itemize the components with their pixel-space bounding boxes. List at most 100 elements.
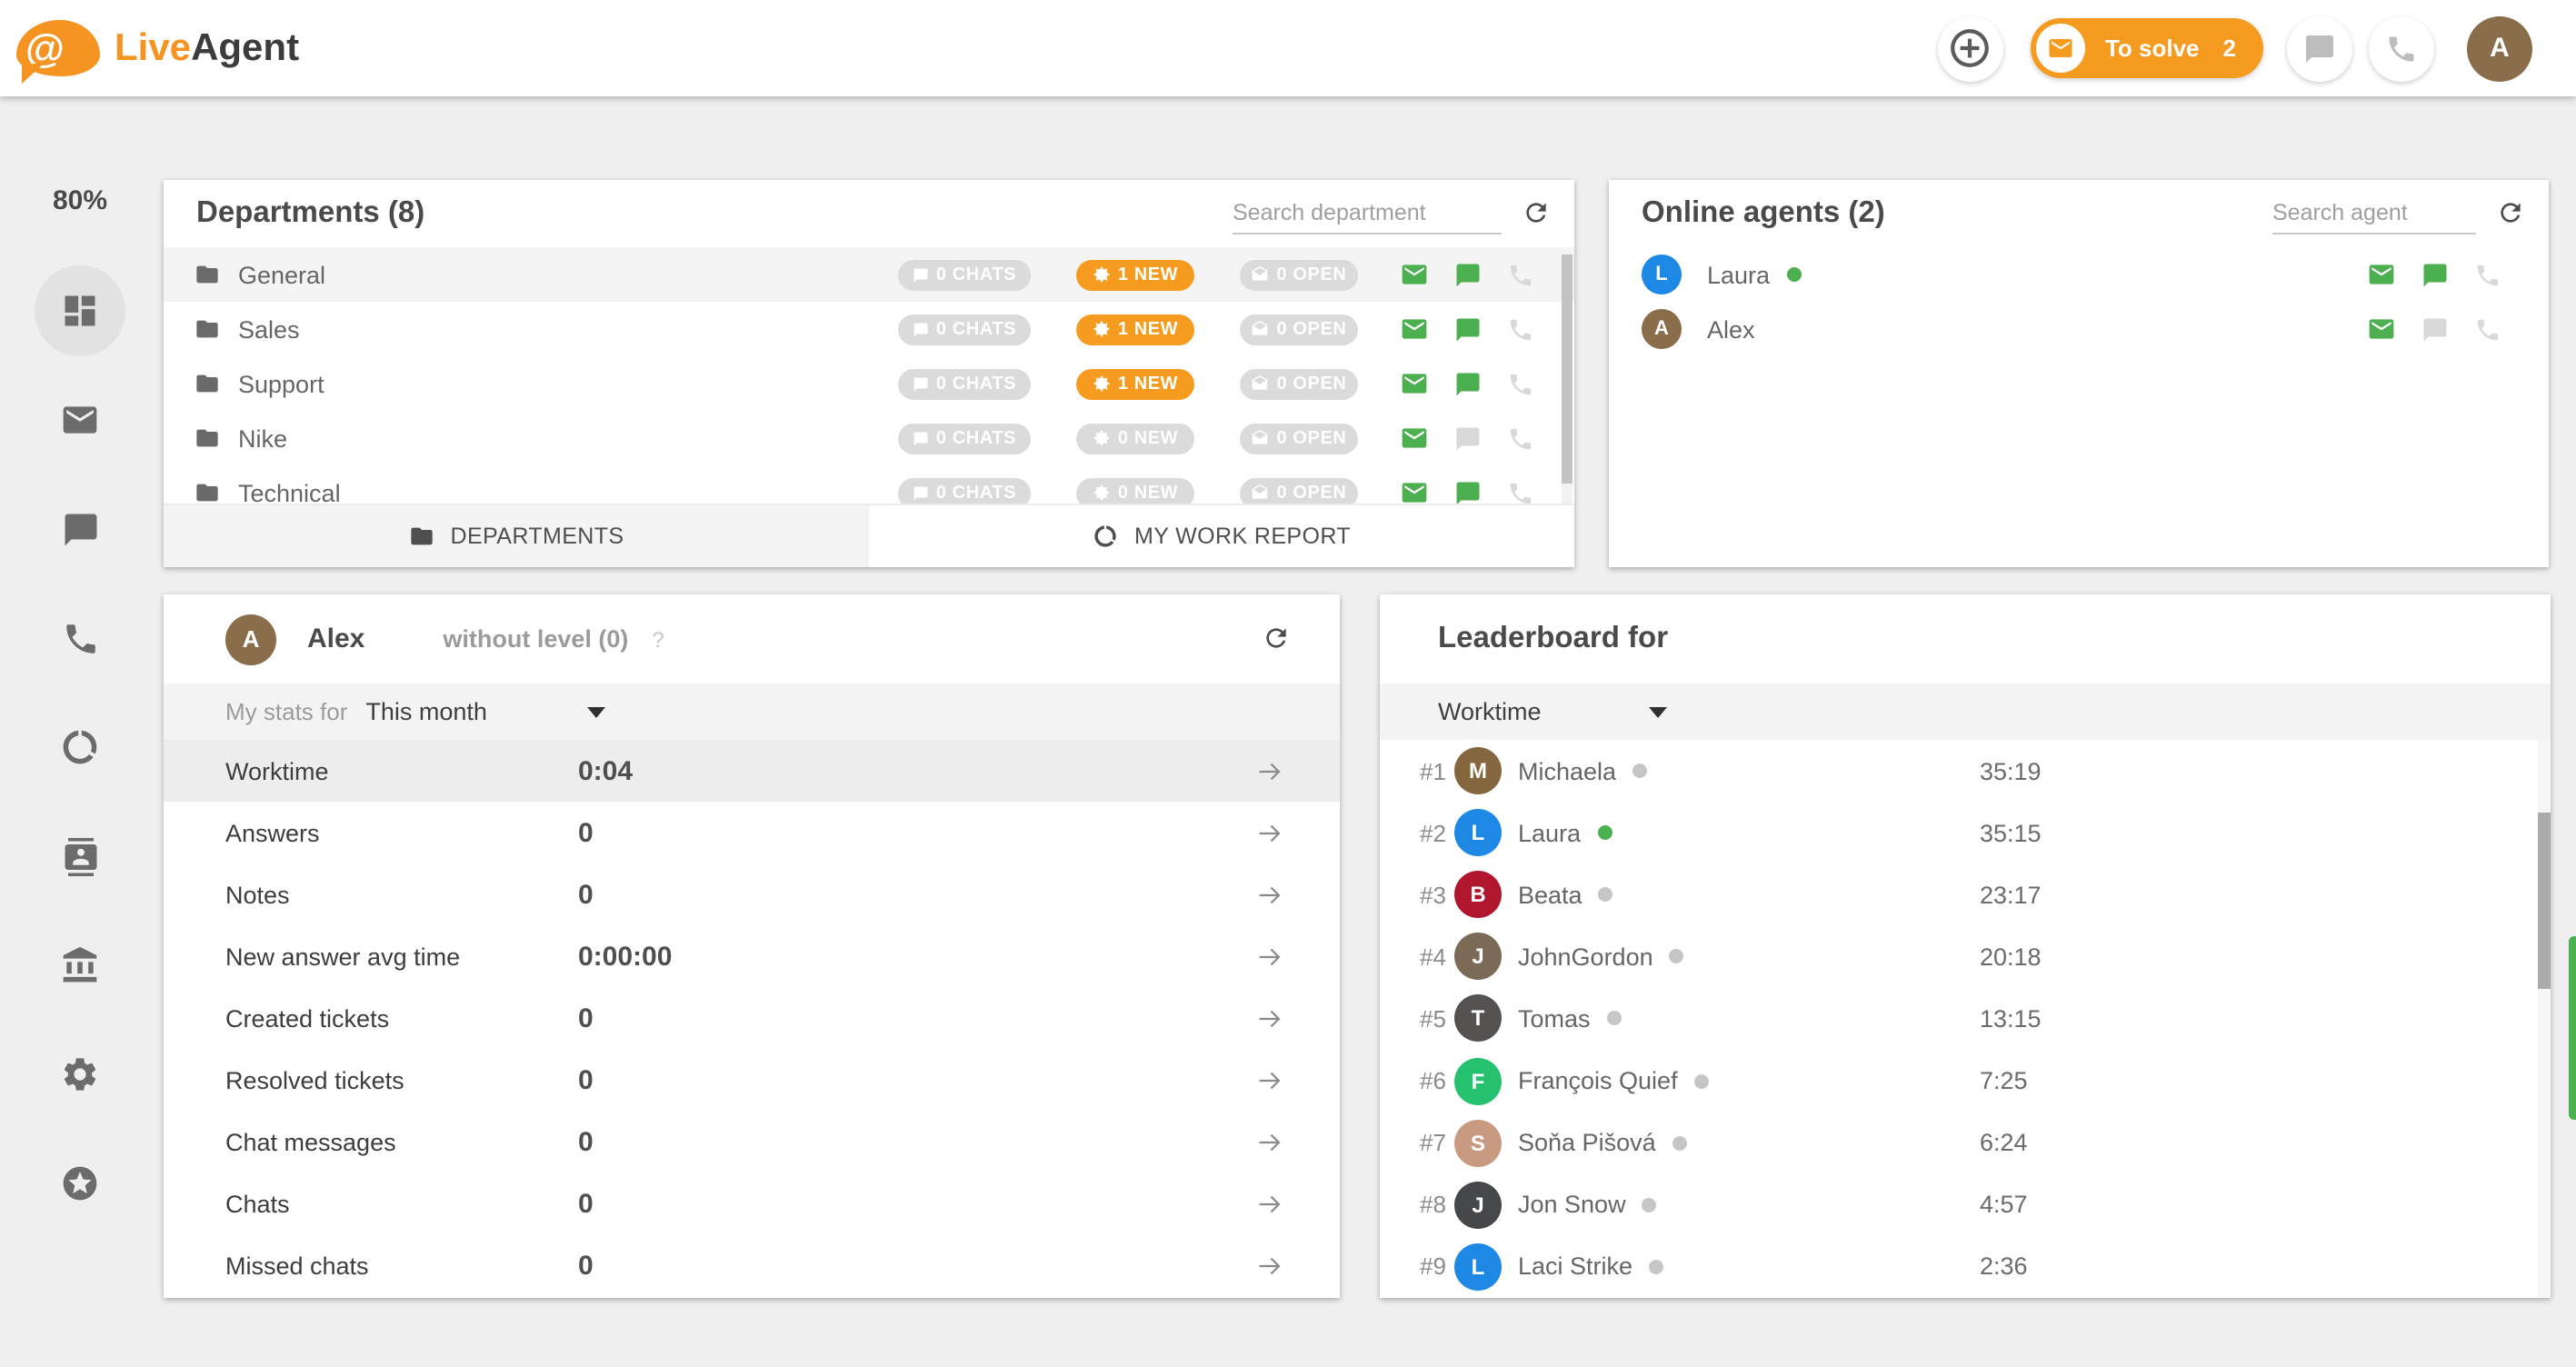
online-status-dot <box>1642 1197 1657 1212</box>
stat-row[interactable]: Created tickets 0 <box>164 988 1340 1050</box>
sidebar-item-reports[interactable] <box>35 702 125 793</box>
period-dropdown[interactable]: This month <box>365 698 606 725</box>
phone-icon[interactable] <box>1507 315 1534 343</box>
metric-dropdown[interactable]: Worktime <box>1438 698 1667 725</box>
scrollbar[interactable] <box>2538 740 2551 1298</box>
chat-widget-peek[interactable] <box>2569 936 2576 1120</box>
departments-panel: Departments (8) General 0 CHATS 1 NEW 0 … <box>164 180 1574 567</box>
scrollbar-thumb[interactable] <box>2538 813 2551 989</box>
agent-row[interactable]: A Alex <box>1609 302 2549 356</box>
department-row[interactable]: Support 0 CHATS 1 NEW 0 OPEN <box>164 356 1574 411</box>
phone-icon[interactable] <box>2474 315 2501 343</box>
department-row[interactable]: Nike 0 CHATS 0 NEW 0 OPEN <box>164 411 1574 465</box>
scrollbar[interactable] <box>1562 251 1573 504</box>
stat-row[interactable]: Answers 0 <box>164 802 1340 863</box>
phone-icon[interactable] <box>1507 479 1534 505</box>
worktime-value: 35:19 <box>1980 757 2042 785</box>
stat-row[interactable]: Resolved tickets 0 <box>164 1050 1340 1112</box>
refresh-button[interactable] <box>1522 198 1551 227</box>
phone-icon[interactable] <box>1507 261 1534 288</box>
chats-button[interactable] <box>2287 15 2352 81</box>
scrollbar-thumb[interactable] <box>1562 254 1573 484</box>
my-stats-filter-band: My stats for This month <box>164 684 1340 740</box>
tab-departments[interactable]: DEPARTMENTS <box>164 505 869 567</box>
agent-name: Laci Strike <box>1518 1252 1633 1281</box>
to-solve-button[interactable]: To solve 2 <box>2030 18 2263 78</box>
mail-icon[interactable] <box>2367 260 2396 289</box>
avatar-photo: J <box>1454 1181 1502 1229</box>
sidebar-item-chats[interactable] <box>35 484 125 574</box>
refresh-icon <box>2496 198 2525 227</box>
add-button[interactable] <box>1937 15 2003 81</box>
phone-icon[interactable] <box>1507 424 1534 452</box>
contacts-icon <box>61 837 99 875</box>
chat-icon[interactable] <box>2421 261 2449 288</box>
arrow-right-icon[interactable] <box>1254 1065 1285 1096</box>
online-agents-list: L Laura A Alex <box>1609 247 2549 356</box>
stat-value: 0 <box>578 817 594 849</box>
rank-label: #3 <box>1420 881 1446 909</box>
department-row[interactable]: General 0 CHATS 1 NEW 0 OPEN <box>164 247 1574 302</box>
sidebar-item-gamification[interactable] <box>35 1138 125 1229</box>
phone-icon[interactable] <box>1507 370 1534 397</box>
stat-row[interactable]: Chat messages 0 <box>164 1112 1340 1173</box>
agent-search-input[interactable] <box>2272 196 2476 234</box>
sidebar-item-dashboard[interactable] <box>35 265 125 356</box>
agent-row[interactable]: L Laura <box>1609 247 2549 302</box>
stat-label: Chat messages <box>225 1129 396 1157</box>
phone-icon[interactable] <box>2474 261 2501 288</box>
avatar: L <box>1454 809 1502 857</box>
arrow-right-icon[interactable] <box>1254 755 1285 786</box>
sidebar-item-portal[interactable] <box>35 920 125 1011</box>
stat-row[interactable]: Chats 0 <box>164 1173 1340 1235</box>
department-name: Nike <box>238 424 288 452</box>
stat-value: 0 <box>578 1065 594 1097</box>
department-row[interactable]: Technical 0 CHATS 0 NEW 0 OPEN <box>164 465 1574 505</box>
mail-icon[interactable] <box>1400 314 1429 344</box>
department-search-input[interactable] <box>1233 196 1502 234</box>
sidebar-item-settings[interactable] <box>35 1029 125 1120</box>
refresh-button[interactable] <box>1262 624 1291 653</box>
online-status-dot <box>1632 763 1648 779</box>
chevron-down-icon <box>1649 706 1667 717</box>
stat-row[interactable]: Notes 0 <box>164 863 1340 925</box>
chat-icon[interactable] <box>1454 315 1482 343</box>
mail-icon[interactable] <box>1400 478 1429 505</box>
chat-icon[interactable] <box>2421 315 2449 343</box>
sidebar-item-tickets[interactable] <box>35 374 125 465</box>
mail-icon[interactable] <box>1400 260 1429 289</box>
my-stats-panel: A Alex without level (0) ? My stats for … <box>164 594 1340 1298</box>
chat-icon[interactable] <box>1454 424 1482 452</box>
chat-icon[interactable] <box>1454 370 1482 397</box>
refresh-icon <box>1262 624 1291 653</box>
arrow-right-icon[interactable] <box>1254 942 1285 973</box>
sidebar-item-calls[interactable] <box>35 593 125 684</box>
tab-my-work-report[interactable]: MY WORK REPORT <box>869 505 1574 567</box>
arrow-right-icon[interactable] <box>1254 1252 1285 1282</box>
sidebar-item-contacts[interactable] <box>35 811 125 902</box>
arrow-right-icon[interactable] <box>1254 1003 1285 1034</box>
arrow-right-icon[interactable] <box>1254 1189 1285 1220</box>
online-status-dot <box>1672 1135 1687 1151</box>
profile-avatar[interactable]: A <box>2467 15 2532 81</box>
mail-icon[interactable] <box>2367 314 2396 344</box>
refresh-button[interactable] <box>2496 198 2525 227</box>
calls-button[interactable] <box>2369 15 2434 81</box>
avatar-photo: J <box>1454 933 1502 981</box>
department-row[interactable]: Sales 0 CHATS 1 NEW 0 OPEN <box>164 302 1574 356</box>
stat-row[interactable]: Missed chats 0 <box>164 1236 1340 1298</box>
department-badges: 0 CHATS 0 NEW 0 OPEN <box>898 423 1358 454</box>
chat-icon <box>61 510 99 548</box>
online-agents-panel: Online agents (2) L Laura A Alex <box>1609 180 2549 567</box>
chat-icon[interactable] <box>1454 261 1482 288</box>
help-icon[interactable]: ? <box>652 626 664 652</box>
arrow-right-icon[interactable] <box>1254 817 1285 848</box>
arrow-right-icon[interactable] <box>1254 1127 1285 1158</box>
stat-row[interactable]: Worktime 0:04 <box>164 740 1340 803</box>
arrow-right-icon[interactable] <box>1254 879 1285 910</box>
mail-icon[interactable] <box>1400 369 1429 398</box>
mail-icon[interactable] <box>1400 424 1429 453</box>
stat-row[interactable]: New answer avg time 0:00:00 <box>164 926 1340 988</box>
utilization-label: 80% <box>52 185 108 216</box>
chat-icon[interactable] <box>1454 479 1482 505</box>
